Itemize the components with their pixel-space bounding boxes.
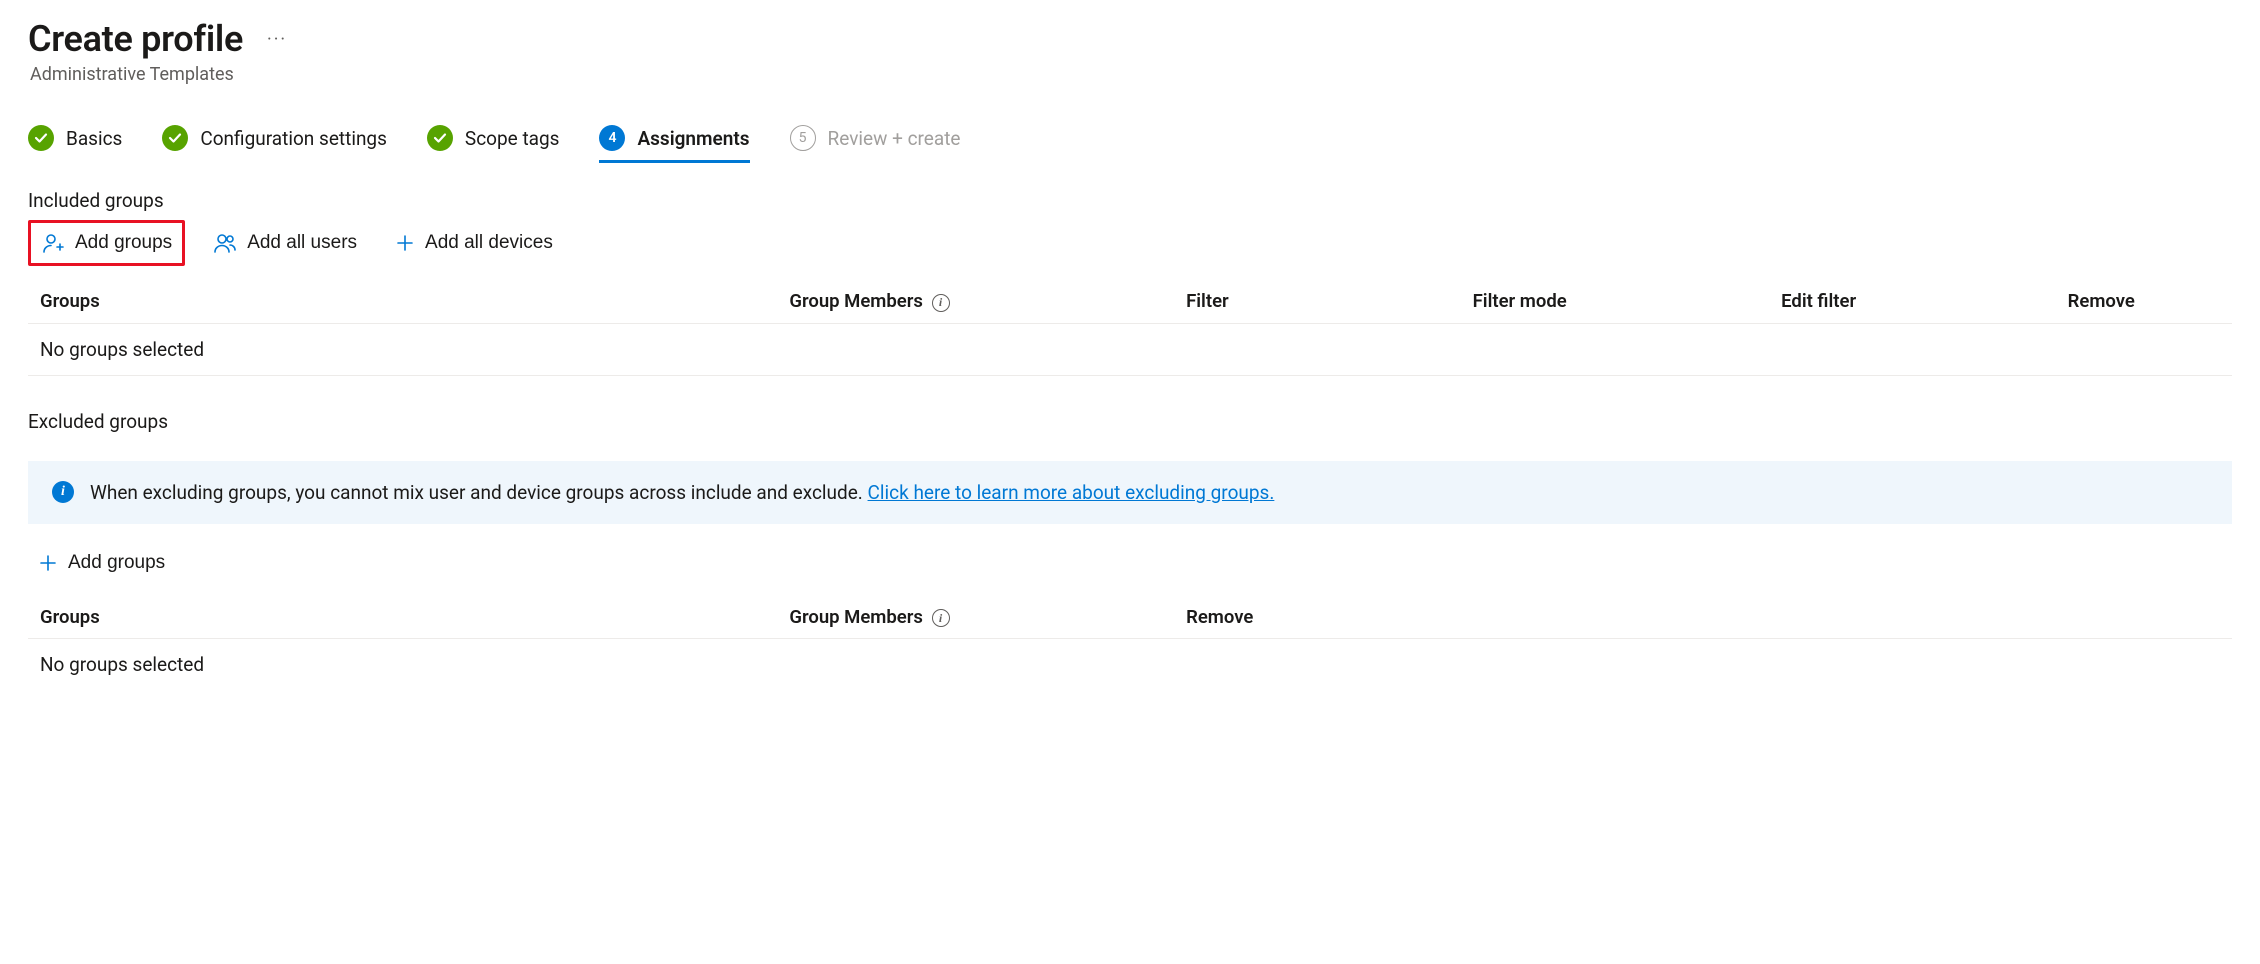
add-groups-button[interactable]: Add groups (28, 220, 185, 266)
button-label: Add groups (75, 232, 172, 254)
step-label: Basics (66, 127, 122, 150)
info-icon: i (52, 481, 74, 503)
excluded-groups-table: Groups Group Members i Remove No groups … (28, 596, 2232, 691)
plus-icon (38, 553, 58, 573)
button-label: Add all users (247, 232, 357, 254)
step-number-icon: 5 (790, 125, 816, 151)
included-groups-table: Groups Group Members i Filter Filter mod… (28, 280, 2232, 376)
check-icon (162, 125, 188, 151)
excluded-actions: Add groups (28, 544, 2232, 582)
more-actions-icon[interactable]: ··· (267, 29, 287, 50)
step-number-icon: 4 (599, 125, 625, 151)
col-filter: Filter (1174, 280, 1461, 323)
excluded-info-banner: i When excluding groups, you cannot mix … (28, 461, 2232, 524)
empty-state: No groups selected (28, 323, 2232, 375)
info-icon[interactable]: i (932, 609, 950, 627)
col-group-members: Group Members i (777, 280, 1174, 323)
empty-state: No groups selected (28, 639, 2232, 691)
col-edit-filter: Edit filter (1769, 280, 2056, 323)
step-scope-tags[interactable]: Scope tags (427, 125, 560, 159)
col-remove: Remove (1174, 596, 2232, 639)
included-groups-heading: Included groups (28, 189, 2232, 212)
step-review-create[interactable]: 5 Review + create (790, 125, 961, 159)
learn-more-link[interactable]: Click here to learn more about excluding… (868, 481, 1275, 504)
page-subtitle: Administrative Templates (30, 64, 2232, 85)
step-label: Assignments (637, 127, 749, 150)
check-icon (28, 125, 54, 151)
add-groups-button[interactable]: Add groups (28, 544, 175, 582)
col-group-members: Group Members i (777, 596, 1174, 639)
step-label: Review + create (828, 127, 961, 150)
button-label: Add all devices (425, 232, 553, 254)
col-groups: Groups (28, 280, 777, 323)
add-all-users-button[interactable]: Add all users (203, 220, 367, 266)
table-row: No groups selected (28, 323, 2232, 375)
wizard-stepper: Basics Configuration settings Scope tags… (28, 125, 2232, 159)
step-basics[interactable]: Basics (28, 125, 122, 159)
col-remove: Remove (2056, 280, 2232, 323)
add-all-devices-button[interactable]: Add all devices (385, 220, 563, 266)
info-icon[interactable]: i (932, 294, 950, 312)
col-filter-mode: Filter mode (1461, 280, 1770, 323)
plus-icon (395, 233, 415, 253)
people-icon (213, 231, 237, 255)
banner-text: When excluding groups, you cannot mix us… (90, 481, 1274, 504)
button-label: Add groups (68, 552, 165, 574)
excluded-groups-heading: Excluded groups (28, 410, 2232, 433)
page-title: Create profile (28, 18, 243, 60)
table-row: No groups selected (28, 639, 2232, 691)
check-icon (427, 125, 453, 151)
col-groups: Groups (28, 596, 777, 639)
step-label: Scope tags (465, 127, 560, 150)
step-assignments[interactable]: 4 Assignments (599, 125, 749, 159)
step-label: Configuration settings (200, 127, 387, 150)
step-configuration-settings[interactable]: Configuration settings (162, 125, 387, 159)
included-actions: Add groups Add all users Add all devices (28, 220, 2232, 266)
person-add-icon (41, 231, 65, 255)
